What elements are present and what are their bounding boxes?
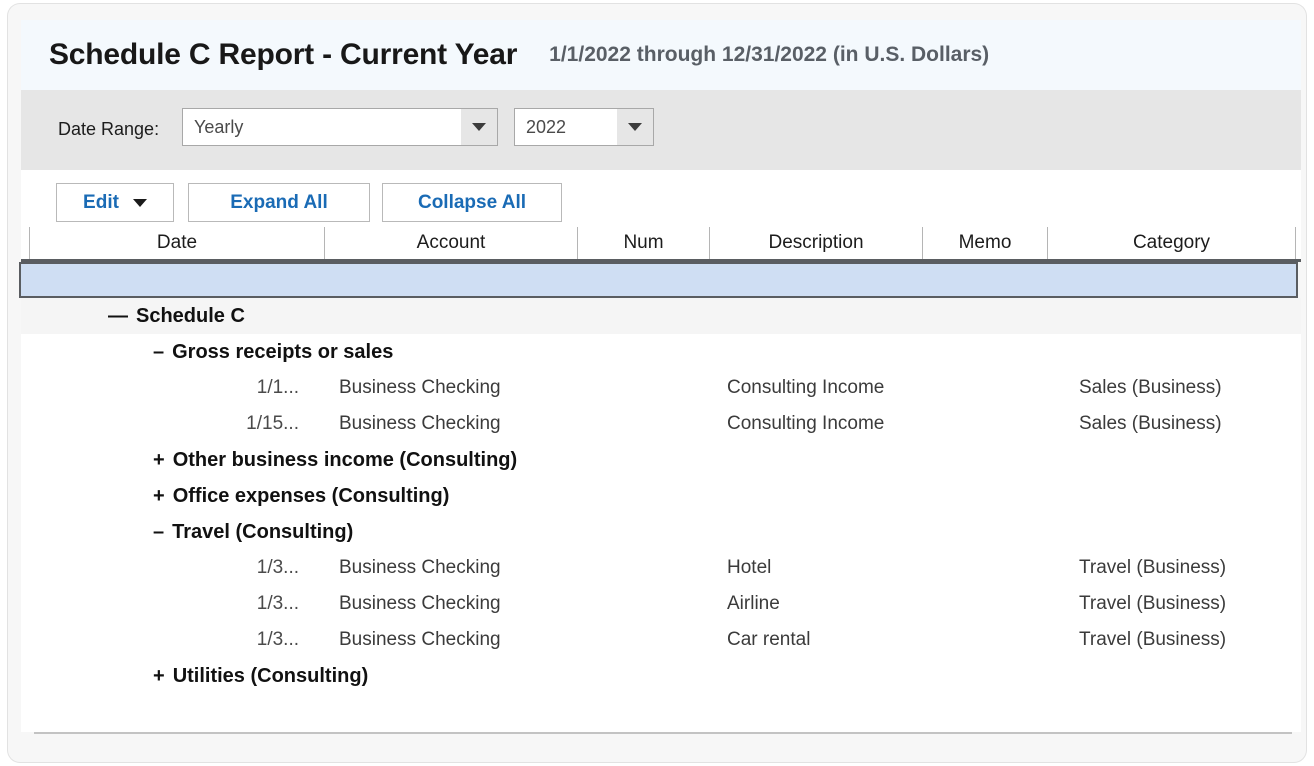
column-header-date[interactable]: Date (29, 227, 325, 259)
date-range-year-select[interactable]: 2022 (514, 108, 654, 146)
chevron-down-icon[interactable] (617, 109, 653, 145)
report-action-bar: Edit Expand All Collapse All (21, 170, 1301, 227)
report-group-label[interactable]: – Travel (Consulting) (153, 514, 353, 550)
cell-account: Business Checking (339, 557, 501, 578)
report-group-row[interactable]: — Schedule C (21, 298, 1301, 334)
cell-description: Consulting Income (727, 413, 885, 434)
collapse-icon[interactable]: — (108, 298, 128, 334)
cell-account: Business Checking (339, 629, 501, 650)
cell-description: Hotel (727, 557, 772, 578)
expand-icon[interactable]: + (153, 478, 165, 514)
report-group-row[interactable]: + Other business income (Consulting) (21, 442, 1301, 478)
report-group-name: Travel (Consulting) (172, 521, 354, 543)
report-group-name: Utilities (Consulting) (172, 665, 369, 687)
date-range-label: Date Range: (58, 119, 160, 139)
cell-category: Sales (Business) (1079, 377, 1222, 398)
cell-category: Travel (Business) (1079, 629, 1227, 650)
column-header-memo[interactable]: Memo (923, 227, 1048, 259)
date-range-toolbar: Date Range: Yearly 2022 (21, 90, 1301, 170)
report-group-name: Schedule C (136, 305, 245, 327)
report-window: Schedule C Report - Current Year 1/1/202… (8, 4, 1306, 762)
table-row[interactable]: 1/3... Business Checking Hotel Travel (Busi… (21, 550, 1301, 586)
date-range-period-select[interactable]: Yearly (182, 108, 498, 146)
page-title: Schedule C Report - Current Year (49, 38, 518, 71)
table-column-headers: Date Account Num Description Memo Category (21, 227, 1301, 262)
expand-icon[interactable]: + (153, 442, 165, 478)
report-group-name: Office expenses (Consulting) (172, 485, 450, 507)
edit-button[interactable]: Edit (56, 183, 174, 222)
report-group-label[interactable]: + Utilities (Consulting) (153, 658, 368, 694)
column-header-description[interactable]: Description (710, 227, 923, 259)
report-group-name: Other business income (Consulting) (172, 449, 518, 471)
cell-account: Business Checking (339, 593, 501, 614)
cell-description: Airline (727, 593, 780, 614)
column-header-category[interactable]: Category (1048, 227, 1296, 259)
cell-description: Car rental (727, 629, 811, 650)
report-group-name: Gross receipts or sales (172, 341, 394, 363)
cell-category: Sales (Business) (1079, 413, 1222, 434)
cell-account: Business Checking (339, 413, 501, 434)
cell-date: 1/15... (246, 413, 299, 434)
report-group-row[interactable]: + Office expenses (Consulting) (21, 478, 1301, 514)
report-group-row[interactable]: – Travel (Consulting) (21, 514, 1301, 550)
collapse-icon[interactable]: – (153, 334, 164, 370)
title-bar: Schedule C Report - Current Year 1/1/202… (21, 20, 1301, 90)
bottom-divider (34, 732, 1292, 734)
column-header-account[interactable]: Account (325, 227, 578, 259)
report-group-label[interactable]: + Office expenses (Consulting) (153, 478, 449, 514)
collapse-icon[interactable]: – (153, 514, 164, 550)
report-group-row[interactable]: + Utilities (Consulting) (21, 658, 1301, 694)
date-range-year-value[interactable]: 2022 (515, 109, 617, 145)
edit-button-label: Edit (83, 191, 119, 213)
report-group-row[interactable]: – Gross receipts or sales (21, 334, 1301, 370)
cell-account: Business Checking (339, 377, 501, 398)
table-row[interactable]: 1/3... Business Checking Car rental Travel … (21, 622, 1301, 658)
cell-category: Travel (Business) (1079, 557, 1227, 578)
cell-date: 1/3... (256, 557, 299, 578)
column-header-num[interactable]: Num (578, 227, 710, 259)
table-row[interactable]: 1/1... Business Checking Consulting Income… (21, 370, 1301, 406)
caret-down-icon (132, 198, 147, 207)
cell-date: 1/1... (256, 377, 299, 398)
report-group-label[interactable]: — Schedule C (108, 298, 245, 334)
table-row[interactable]: 1/3... Business Checking Airline Travel (Bu… (21, 586, 1301, 622)
date-range-period-value[interactable]: Yearly (183, 109, 461, 145)
report-group-label[interactable]: + Other business income (Consulting) (153, 442, 517, 478)
cell-description: Consulting Income (727, 377, 885, 398)
cell-date: 1/3... (256, 593, 299, 614)
chevron-down-icon[interactable] (461, 109, 497, 145)
table-row[interactable]: 1/15... Business Checking Consulting Incom… (21, 406, 1301, 442)
report-group-label[interactable]: – Gross receipts or sales (153, 334, 393, 370)
report-date-range-subtitle: 1/1/2022 through 12/31/2022 (in U.S. Dol… (549, 43, 990, 66)
report-rows-container: — Schedule C – Gross receipts or sales 1/1..… (21, 298, 1301, 732)
expand-icon[interactable]: + (153, 658, 165, 694)
cell-category: Travel (Business) (1079, 593, 1227, 614)
cell-date: 1/3... (256, 629, 299, 650)
collapse-all-button[interactable]: Collapse All (382, 183, 562, 222)
expand-all-button[interactable]: Expand All (188, 183, 370, 222)
selected-table-row[interactable] (19, 262, 1298, 298)
